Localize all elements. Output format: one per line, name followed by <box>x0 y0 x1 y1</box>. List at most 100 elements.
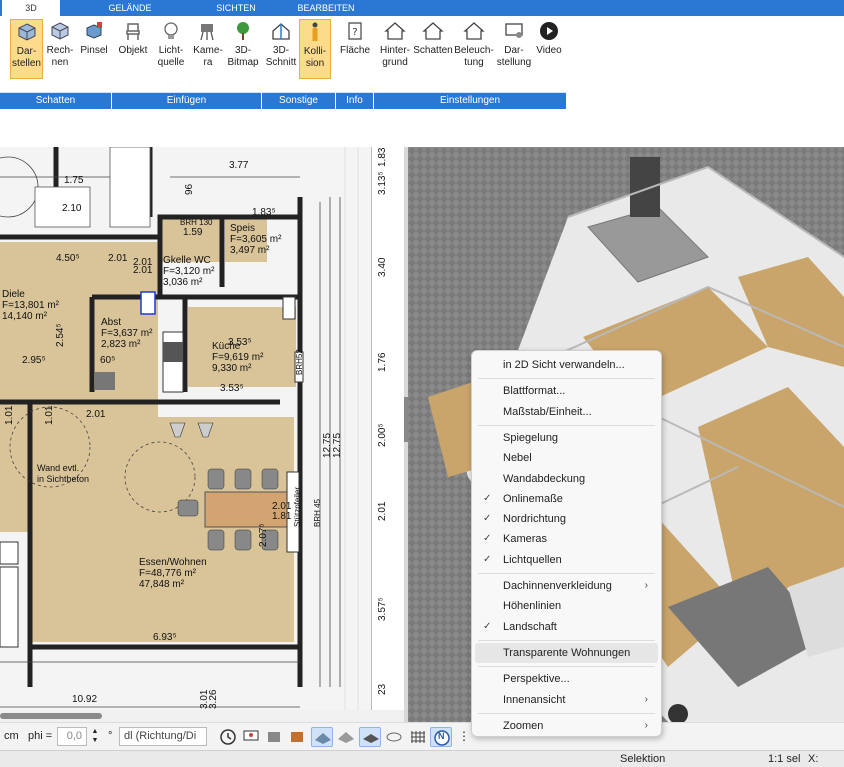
kollision-label: Kolli- sion <box>303 46 327 69</box>
note-brh52: BRH52 <box>295 349 304 375</box>
monitor-settings-icon <box>505 23 523 38</box>
menu-item-label: Nebel <box>503 452 532 465</box>
schatten-button[interactable]: Schatten <box>413 19 453 79</box>
menu-item[interactable]: ✓ Kameras <box>475 529 658 549</box>
flaeche-button[interactable]: ? Fläche <box>338 19 372 79</box>
room-label-diele: Diele F=13,801 m² 14,140 m² <box>2 289 59 322</box>
menu-item[interactable]: ✓ Landschaft <box>475 617 658 637</box>
floor-view-icon[interactable] <box>359 727 381 747</box>
menu-item[interactable]: ✓ Onlinemaße <box>475 489 658 509</box>
menu-item[interactable]: Blattformat... <box>475 381 658 401</box>
status-mode: Selektion <box>620 753 666 765</box>
dim-label: 1.83⁵ <box>252 207 276 218</box>
darstellen-button[interactable]: Dar- stellen <box>10 19 43 79</box>
north-letter: N <box>438 731 445 741</box>
note-wand: Wand evtl. in Sichtbeton <box>37 463 90 484</box>
presentation-icon[interactable] <box>240 727 262 747</box>
clock-icon[interactable] <box>217 727 239 747</box>
tab-sichten[interactable]: SICHTEN <box>196 0 276 16</box>
ruler-label: 23 <box>377 683 388 695</box>
menu-item-label: Nordrichtung <box>503 513 566 526</box>
video-button[interactable]: Video <box>533 19 565 79</box>
menu-item[interactable]: Innenansicht › <box>475 690 658 710</box>
render-icon[interactable] <box>263 727 285 747</box>
kollision-button[interactable]: Kolli- sion <box>299 19 331 79</box>
menu-item[interactable]: Perspektive... <box>475 669 658 689</box>
lightbulb-icon <box>164 22 178 39</box>
menu-item[interactable]: Spiegelung <box>475 428 658 448</box>
menu-item[interactable]: Transparente Wohnungen <box>475 642 658 663</box>
menu-item-label: Wandabdeckung <box>503 472 586 485</box>
menu-item[interactable]: Zoomen › <box>475 716 658 736</box>
menu-item[interactable]: ✓ Nordrichtung <box>475 509 658 529</box>
menu-item[interactable]: Nebel <box>475 448 658 468</box>
plan-dimension-ruler: 1.83 3.13⁵ 3.40 1.76 2.00⁵ 2.01 3.57⁵ 23 <box>371 147 404 710</box>
menu-item[interactable]: Dachinnenverkleidung › <box>475 576 658 596</box>
paint-icon[interactable] <box>286 727 308 747</box>
menu-item[interactable]: ✓ Lichtquellen <box>475 550 658 570</box>
menu-item-label: Perspektive... <box>503 673 570 686</box>
menu-item-label: Kameras <box>503 533 548 546</box>
room-label-speis: Speis F=3,605 m² 3,497 m² <box>230 223 282 256</box>
phi-label: phi = <box>28 730 53 742</box>
group-schatten: Schatten <box>0 93 112 109</box>
menu-separator <box>478 424 655 426</box>
bitmap3d-button[interactable]: 3D- Bitmap <box>226 19 260 79</box>
room-label-essen: Essen/Wohnen F=48,776 m² 47,848 m² <box>139 557 207 590</box>
status-scale: 1:1 sel <box>768 753 801 765</box>
menu-item-label: in 2D Sicht verwandeln... <box>503 359 625 371</box>
north-direction-icon[interactable]: N <box>430 727 452 747</box>
menu-item[interactable]: in 2D Sicht verwandeln... <box>475 355 658 375</box>
flaeche-label: Fläche <box>339 45 370 56</box>
menu-item[interactable]: Wandabdeckung <box>475 469 658 489</box>
darstellung-button[interactable]: Dar- stellung <box>496 19 532 79</box>
house-icon <box>384 22 406 40</box>
menu-item[interactable]: Maßstab/Einheit... <box>475 402 658 422</box>
hintergrund-label: Hinter- grund <box>379 45 410 68</box>
dim-label: 1.01 <box>44 405 55 425</box>
phi-input[interactable]: 0,0 <box>57 727 87 746</box>
menu-item-label: Zoomen <box>503 719 544 732</box>
hintergrund-button[interactable]: Hinter- grund <box>377 19 413 79</box>
tab-bearbeiten[interactable]: BEARBEITEN <box>286 0 366 16</box>
kamera-button[interactable]: Kame- ra <box>192 19 224 79</box>
note-brh: BRH 130 <box>180 218 213 227</box>
walls-icon[interactable] <box>335 727 357 747</box>
room-label-gkelle: Gkelle WC F=3,120 m² 3,036 m² <box>163 255 215 288</box>
bottom-toolbar: cm phi = 0,0 ▲ ▼ ° dl (Richtung/Di N ⋮ <box>0 722 844 750</box>
darstellen-label: Dar- stellen <box>12 46 41 69</box>
kamera-label: Kame- ra <box>193 45 223 68</box>
direction-select[interactable]: dl (Richtung/Di <box>119 727 207 746</box>
schnitt3d-button[interactable]: 3D- Schnitt <box>264 19 298 79</box>
tree-icon <box>237 22 249 40</box>
tab-3d[interactable]: 3D <box>2 0 60 16</box>
ruler-label: 2.01 <box>377 501 388 521</box>
menu-item-label: Spiegelung <box>503 431 559 444</box>
plan-horizontal-scrollbar[interactable] <box>0 710 404 722</box>
grid-icon[interactable] <box>407 727 429 747</box>
pinsel-button[interactable]: Pinsel <box>78 19 110 79</box>
menu-item-label: Transparente Wohnungen <box>503 646 631 659</box>
bitmap3d-label: 3D- Bitmap <box>227 45 259 68</box>
layers-icon[interactable] <box>383 727 405 747</box>
pinsel-label: Pinsel <box>80 45 108 56</box>
ruler-label: 12.75 <box>332 432 343 458</box>
scrollbar-thumb[interactable] <box>0 713 102 719</box>
menu-item[interactable]: Höhenlinien <box>475 596 658 616</box>
paint-cube-icon <box>86 22 102 39</box>
plan-view-icon[interactable] <box>311 727 333 747</box>
objekt-button[interactable]: Objekt <box>116 19 150 79</box>
floor-plan-2d[interactable]: 3.77 1.75 2.10 4.50⁵ 2.01 2.01 2.01 2.54… <box>0 147 404 710</box>
tab-gelaende[interactable]: GELÄNDE <box>90 0 170 16</box>
dim-label: 96 <box>184 183 195 195</box>
phi-stepper[interactable]: ▲ ▼ <box>88 727 102 747</box>
checkmark-icon: ✓ <box>483 533 492 545</box>
menu-separator <box>478 573 655 574</box>
beleuchtung-button[interactable]: Beleuch- tung <box>454 19 494 79</box>
menu-separator <box>478 639 655 641</box>
more-vertical-icon[interactable]: ⋮ <box>458 727 470 747</box>
dim-label: 2.01 <box>108 253 128 264</box>
lichtquelle-button[interactable]: Licht- quelle <box>153 19 189 79</box>
rechnen-button[interactable]: Rech- nen <box>45 19 75 79</box>
chevron-right-icon: › <box>644 693 648 705</box>
